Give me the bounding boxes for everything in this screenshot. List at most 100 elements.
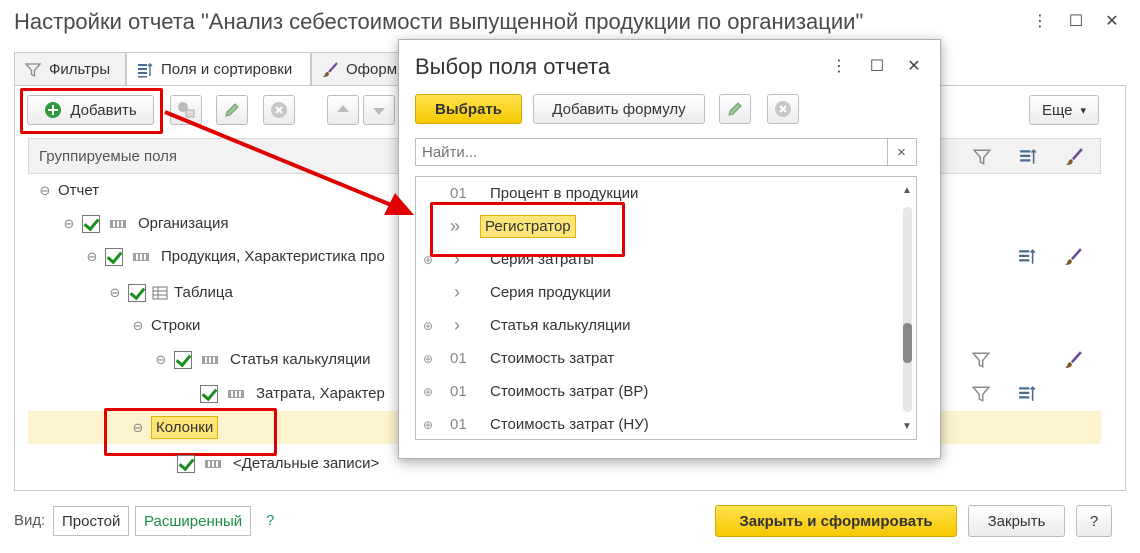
list-item-label: Стоимость затрат (ВР) (490, 383, 649, 400)
collapse-icon[interactable]: ⊖ (85, 249, 99, 265)
table-icon (152, 286, 168, 299)
checkbox[interactable] (174, 350, 192, 369)
list-item-label: Процент в продукции (490, 185, 639, 202)
scroll-down-icon[interactable]: ▼ (902, 421, 912, 432)
dialog-maximize-icon[interactable]: ☐ (867, 57, 887, 77)
tab-filters[interactable]: Фильтры (14, 52, 126, 86)
tab-design[interactable]: Оформ (311, 52, 411, 86)
field-select-dialog: Выбор поля отчета ⋮ ☐ ✕ Выбрать Добавить… (398, 39, 941, 459)
tab-fields-sort-label: Поля и сортировки (161, 61, 293, 78)
tab-fields-sort[interactable]: Поля и сортировки (126, 52, 311, 86)
collapse-icon[interactable]: ⊖ (108, 285, 122, 301)
expand-icon[interactable]: ⊕ (416, 352, 440, 366)
move-down-button[interactable] (363, 95, 395, 125)
group-button[interactable] (170, 95, 202, 125)
plus-circle-icon (45, 102, 62, 118)
chevron-right-icon: › (454, 315, 460, 335)
add-button[interactable]: Добавить (27, 95, 154, 125)
expand-icon[interactable]: ⊕ (416, 253, 440, 267)
list-item[interactable]: ⊕ › Серия затраты (416, 243, 901, 276)
tab-design-label: Оформ (346, 61, 398, 78)
checkbox[interactable] (82, 214, 100, 233)
sort-column-icon (1020, 149, 1037, 164)
tree-row-label: Таблица (174, 284, 233, 301)
close-button-label: Закрыть (987, 512, 1046, 530)
list-item[interactable]: ⊕ 01 Стоимость затрат (416, 342, 901, 375)
tree-row-label: <Детальные записи> (233, 455, 380, 472)
expand-icon[interactable]: ⊕ (416, 385, 440, 399)
scroll-up-icon[interactable]: ▲ (902, 185, 912, 196)
filter-row-icon (972, 386, 990, 402)
tree-row-label: Статья калькуляции (230, 351, 371, 368)
view-simple-button[interactable]: Простой (53, 506, 130, 536)
delete-icon (271, 102, 287, 118)
delete-button[interactable] (263, 95, 295, 125)
view-label: Вид: (14, 512, 46, 529)
reference-type-icon: » (450, 216, 461, 236)
collapse-icon[interactable]: ⊖ (62, 216, 76, 232)
edit-button[interactable] (216, 95, 248, 125)
tab-filters-label: Фильтры (49, 61, 111, 78)
pencil-icon (728, 102, 742, 116)
more-button[interactable]: Еще ▾ (1029, 95, 1099, 125)
field-icon (110, 219, 126, 228)
dropdown-arrow-icon: ▾ (1080, 104, 1087, 117)
scroll-thumb[interactable] (903, 323, 912, 363)
dialog-delete-button[interactable] (767, 94, 799, 124)
checkbox[interactable] (128, 283, 146, 302)
help-link[interactable]: ? (266, 512, 274, 529)
checkbox[interactable] (105, 247, 123, 266)
view-extended-button[interactable]: Расширенный (135, 506, 252, 536)
more-menu-icon[interactable]: ⋮ (1030, 12, 1050, 32)
chevron-right-icon: › (454, 282, 460, 302)
scroll-track[interactable] (903, 207, 912, 412)
close-and-build-button[interactable]: Закрыть и сформировать (715, 505, 957, 537)
collapse-icon[interactable]: ⊖ (131, 420, 145, 436)
list-item-label: Стоимость затрат (НУ) (490, 416, 649, 433)
close-button[interactable]: Закрыть (968, 505, 1065, 537)
brush-column-icon (1066, 148, 1083, 165)
search-input[interactable] (415, 138, 888, 166)
numeric-type-icon: 01 (450, 383, 467, 400)
checkbox[interactable] (200, 384, 218, 403)
list-item-label: Статья калькуляции (490, 317, 631, 334)
maximize-icon[interactable]: ☐ (1066, 12, 1086, 32)
list-scrollbar[interactable]: ▲ ▼ (900, 177, 916, 439)
list-item-label: Регистратор (480, 215, 576, 238)
numeric-type-icon: 01 (450, 185, 467, 202)
close-icon[interactable]: ✕ (1102, 12, 1122, 32)
list-item[interactable]: ⊕ 01 Стоимость затрат (НУ) (416, 408, 901, 439)
expand-icon[interactable]: ⊕ (416, 319, 440, 333)
list-item-label: Стоимость затрат (490, 350, 615, 367)
move-up-button[interactable] (327, 95, 359, 125)
add-formula-label: Добавить формулу (552, 100, 686, 118)
list-item[interactable]: ⊕ 01 Стоимость затрат (ВР) (416, 375, 901, 408)
brush-row-icon (1065, 351, 1082, 368)
list-item[interactable]: › Серия продукции (416, 276, 901, 309)
fields-sort-icon (138, 62, 153, 77)
checkbox[interactable] (177, 454, 195, 473)
search-clear-button[interactable]: × (887, 138, 917, 166)
help-button[interactable]: ? (1076, 505, 1112, 537)
select-button[interactable]: Выбрать (415, 94, 522, 124)
add-formula-button[interactable]: Добавить формулу (533, 94, 705, 124)
collapse-icon[interactable]: ⊖ (131, 318, 145, 334)
field-icon (228, 389, 244, 398)
help-button-label: ? (1089, 512, 1099, 530)
tree-row-label: Строки (151, 317, 201, 334)
list-item-selected[interactable]: » Регистратор (416, 210, 901, 243)
collapse-icon[interactable]: ⊖ (38, 183, 52, 199)
list-item[interactable]: ⊕ › Статья калькуляции (416, 309, 901, 342)
grid-header-label: Группируемые поля (39, 148, 178, 165)
list-item[interactable]: 01 Процент в продукции (416, 177, 901, 210)
collapse-icon[interactable]: ⊖ (154, 352, 168, 368)
expand-icon[interactable]: ⊕ (416, 418, 440, 432)
dialog-close-icon[interactable]: ✕ (904, 57, 924, 77)
dialog-edit-button[interactable] (719, 94, 751, 124)
view-simple-label: Простой (62, 512, 121, 530)
pencil-icon (225, 103, 239, 117)
sort-row-icon (1019, 386, 1036, 401)
view-extended-label: Расширенный (144, 512, 243, 530)
dialog-more-icon[interactable]: ⋮ (829, 57, 849, 77)
field-icon (202, 355, 218, 364)
